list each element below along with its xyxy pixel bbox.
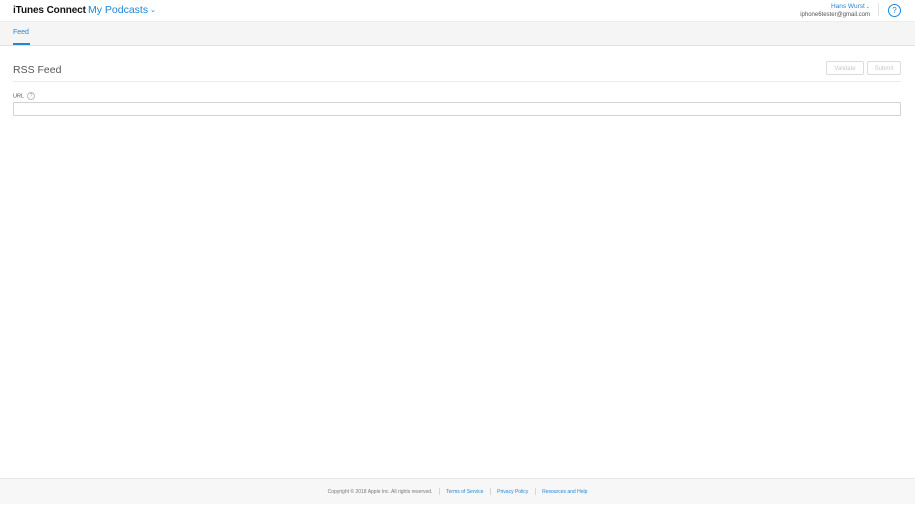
user-email: iphone6tester@gmail.com	[800, 12, 870, 18]
footer: Copyright © 2018 Apple Inc. All rights r…	[0, 478, 915, 504]
chevron-down-icon: ⌄	[865, 4, 870, 10]
url-field-label: URL?	[13, 92, 36, 100]
footer-divider	[438, 488, 440, 496]
section-divider	[13, 81, 901, 82]
active-tab-indicator	[13, 43, 30, 45]
tab-feed[interactable]: Feed	[13, 29, 29, 36]
user-name-button[interactable]: Hans Wurst⌄	[800, 3, 870, 11]
url-input[interactable]	[13, 102, 901, 116]
footer-divider	[534, 488, 536, 496]
privacy-policy-link[interactable]: Privacy Policy	[497, 489, 528, 495]
brand-title: iTunes Connect	[13, 5, 86, 16]
top-navigation-bar: iTunes Connect My Podcasts ⌄ Hans Wurst⌄ …	[0, 0, 915, 21]
page-title: RSS Feed	[13, 64, 62, 76]
terms-of-service-link[interactable]: Terms of Service	[446, 489, 483, 495]
user-menu[interactable]: Hans Wurst⌄ iphone6tester@gmail.com	[800, 3, 870, 19]
app-switcher-label: My Podcasts	[88, 4, 149, 16]
validate-button[interactable]: Validate	[826, 61, 864, 75]
resources-and-help-link[interactable]: Resources and Help	[542, 489, 587, 495]
header-divider	[878, 3, 879, 16]
chevron-down-icon: ⌄	[150, 7, 156, 14]
copyright-text: Copyright © 2018 Apple Inc. All rights r…	[327, 489, 433, 495]
tab-bar: Feed	[0, 21, 915, 46]
help-icon[interactable]: ?	[888, 4, 901, 17]
url-label-text: URL	[13, 93, 25, 100]
app-switcher-button[interactable]: My Podcasts ⌄	[88, 4, 156, 16]
submit-button[interactable]: Submit	[867, 61, 901, 75]
footer-divider	[489, 488, 491, 496]
user-name: Hans Wurst	[830, 3, 865, 10]
question-circle-icon[interactable]: ?	[27, 92, 36, 100]
